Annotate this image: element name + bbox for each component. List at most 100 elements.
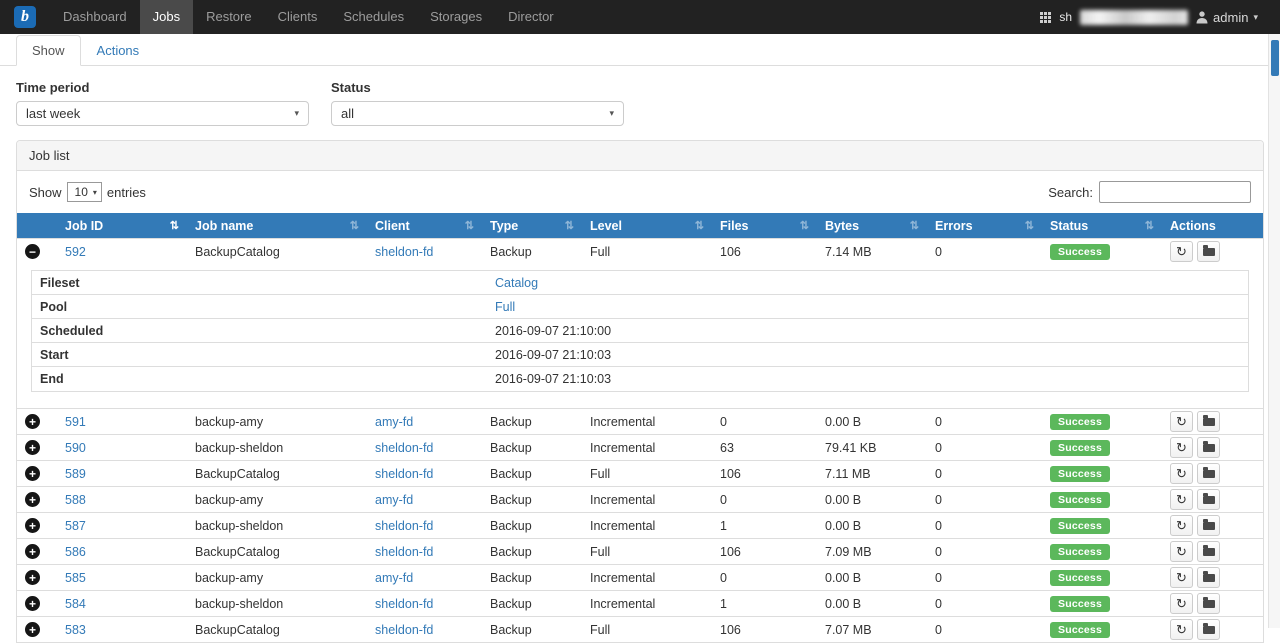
restart-job-button[interactable]: ↻	[1170, 567, 1193, 588]
nav-item-storages[interactable]: Storages	[417, 0, 495, 34]
client-link[interactable]: sheldon-fd	[375, 441, 433, 455]
status-badge: Success	[1050, 544, 1110, 560]
sort-icon[interactable]: ⇅	[910, 219, 919, 232]
scrollbar-thumb[interactable]	[1271, 40, 1279, 76]
detail-label: Pool	[32, 300, 487, 314]
column-header-errors[interactable]: Errors⇅	[927, 213, 1042, 238]
sort-icon[interactable]: ⇅	[170, 219, 179, 232]
sort-icon[interactable]: ⇅	[695, 219, 704, 232]
job-files-button[interactable]	[1197, 437, 1220, 458]
restart-job-button[interactable]: ↻	[1170, 437, 1193, 458]
grid-icon[interactable]	[1040, 12, 1051, 23]
time-period-select[interactable]: last week ▾	[16, 101, 309, 126]
job-id-link[interactable]: 585	[65, 571, 86, 585]
job-id-link[interactable]: 587	[65, 519, 86, 533]
column-header-job-name[interactable]: Job name⇅	[187, 213, 367, 238]
nav-item-jobs[interactable]: Jobs	[140, 0, 193, 34]
expand-row-button[interactable]: +	[25, 570, 40, 585]
table-row: + 584 backup-sheldon sheldon-fd Backup I…	[17, 590, 1263, 616]
client-link[interactable]: sheldon-fd	[375, 467, 433, 481]
restart-job-button[interactable]: ↻	[1170, 489, 1193, 510]
column-header-level[interactable]: Level⇅	[582, 213, 712, 238]
client-link[interactable]: sheldon-fd	[375, 545, 433, 559]
sort-icon[interactable]: ⇅	[800, 219, 809, 232]
client-link[interactable]: sheldon-fd	[375, 245, 433, 259]
column-header-bytes[interactable]: Bytes⇅	[817, 213, 927, 238]
column-header-type[interactable]: Type⇅	[482, 213, 582, 238]
job-files-button[interactable]	[1197, 463, 1220, 484]
column-header-status[interactable]: Status⇅	[1042, 213, 1162, 238]
expand-row-button[interactable]: +	[25, 518, 40, 533]
sort-icon[interactable]: ⇅	[565, 219, 574, 232]
nav-item-director[interactable]: Director	[495, 0, 567, 34]
job-id-link[interactable]: 592	[65, 245, 86, 259]
nav-item-clients[interactable]: Clients	[265, 0, 331, 34]
expand-row-button[interactable]: +	[25, 414, 40, 429]
job-id-link[interactable]: 588	[65, 493, 86, 507]
job-id-link[interactable]: 586	[65, 545, 86, 559]
restart-job-button[interactable]: ↻	[1170, 515, 1193, 536]
client-link[interactable]: sheldon-fd	[375, 597, 433, 611]
user-menu[interactable]: admin ▾	[1196, 10, 1258, 25]
restart-job-button[interactable]: ↻	[1170, 619, 1193, 640]
sort-icon[interactable]: ⇅	[465, 219, 474, 232]
job-id-link[interactable]: 591	[65, 415, 86, 429]
client-link[interactable]: amy-fd	[375, 493, 413, 507]
entries-select[interactable]: 10 ▾	[67, 182, 102, 202]
job-files-button[interactable]	[1197, 489, 1220, 510]
restart-icon: ↻	[1176, 545, 1187, 558]
expand-row-button[interactable]: +	[25, 544, 40, 559]
job-files-button[interactable]	[1197, 241, 1220, 262]
tab-show[interactable]: Show	[16, 35, 81, 66]
column-header-files[interactable]: Files⇅	[712, 213, 817, 238]
job-id-link[interactable]: 590	[65, 441, 86, 455]
detail-value-link[interactable]: Full	[495, 300, 515, 314]
sort-icon[interactable]: ⇅	[1025, 219, 1034, 232]
job-files-button[interactable]	[1197, 411, 1220, 432]
bacula-logo[interactable]: b	[14, 6, 36, 28]
sort-icon[interactable]: ⇅	[350, 219, 359, 232]
job-id-link[interactable]: 583	[65, 623, 86, 637]
restart-icon: ↻	[1176, 245, 1187, 258]
nav-item-restore[interactable]: Restore	[193, 0, 265, 34]
column-header-actions[interactable]: Actions	[1162, 213, 1263, 238]
client-link[interactable]: sheldon-fd	[375, 623, 433, 637]
job-files-button[interactable]	[1197, 593, 1220, 614]
nav-item-dashboard[interactable]: Dashboard	[50, 0, 140, 34]
restart-job-button[interactable]: ↻	[1170, 463, 1193, 484]
expand-row-button[interactable]: −	[25, 244, 40, 259]
expand-row-button[interactable]: +	[25, 440, 40, 455]
errors-cell: 0	[927, 487, 1042, 512]
sort-icon[interactable]: ⇅	[1145, 219, 1154, 232]
restart-job-button[interactable]: ↻	[1170, 593, 1193, 614]
tab-actions[interactable]: Actions	[81, 35, 156, 66]
status-badge: Success	[1050, 466, 1110, 482]
job-files-button[interactable]	[1197, 567, 1220, 588]
errors-cell: 0	[927, 239, 1042, 264]
user-icon	[1196, 11, 1208, 24]
client-link[interactable]: amy-fd	[375, 571, 413, 585]
job-files-button[interactable]	[1197, 541, 1220, 562]
detail-value-link[interactable]: Catalog	[495, 276, 538, 290]
expand-row-button[interactable]: +	[25, 596, 40, 611]
expand-row-button[interactable]: +	[25, 492, 40, 507]
column-header-job-id[interactable]: Job ID⇅	[57, 213, 187, 238]
client-link[interactable]: sheldon-fd	[375, 519, 433, 533]
job-id-link[interactable]: 589	[65, 467, 86, 481]
restart-job-button[interactable]: ↻	[1170, 411, 1193, 432]
search-input[interactable]	[1099, 181, 1251, 203]
restart-job-button[interactable]: ↻	[1170, 241, 1193, 262]
job-files-button[interactable]	[1197, 619, 1220, 640]
client-link[interactable]: amy-fd	[375, 415, 413, 429]
column-header-client[interactable]: Client⇅	[367, 213, 482, 238]
job-id-link[interactable]: 584	[65, 597, 86, 611]
folder-icon	[1203, 626, 1215, 634]
nav-item-schedules[interactable]: Schedules	[330, 0, 417, 34]
expand-row-button[interactable]: +	[25, 466, 40, 481]
job-files-button[interactable]	[1197, 515, 1220, 536]
status-select[interactable]: all ▾	[331, 101, 624, 126]
scrollbar[interactable]	[1268, 34, 1280, 628]
expand-row-button[interactable]: +	[25, 622, 40, 637]
restart-job-button[interactable]: ↻	[1170, 541, 1193, 562]
detail-value: Catalog	[487, 276, 1248, 290]
